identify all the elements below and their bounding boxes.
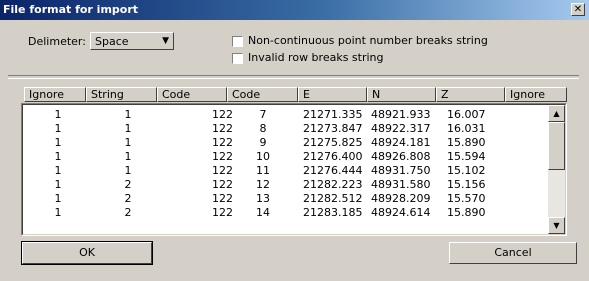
cell-n: 48928.209 (371, 192, 431, 205)
cell-string: 1 (124, 150, 132, 163)
cell-code: 122 (212, 206, 233, 219)
table-row[interactable]: 1 1 122 9 21275.825 48924.181 15.890 (23, 136, 547, 150)
cell-ignore: 1 (54, 150, 62, 163)
cell-point: 14 (256, 206, 270, 219)
cell-z: 16.007 (447, 108, 486, 121)
column-header-ignore-2[interactable]: Ignore (505, 87, 567, 102)
cell-n: 48926.808 (371, 150, 431, 163)
cell-e: 21275.825 (303, 136, 363, 149)
table-row[interactable]: 1 2 122 13 21282.512 48928.209 15.570 (23, 192, 547, 206)
cell-string: 2 (124, 178, 132, 191)
non-continuous-checkbox[interactable] (232, 36, 243, 47)
cell-point: 13 (256, 192, 270, 205)
cell-code: 122 (212, 178, 233, 191)
cell-ignore: 1 (54, 136, 62, 149)
cell-e: 21282.512 (303, 192, 363, 205)
cancel-button[interactable]: Cancel (449, 242, 577, 264)
chevron-down-icon: ▼ (162, 36, 169, 46)
cell-point: 11 (256, 164, 270, 177)
delimiter-value: Space (95, 35, 129, 48)
cell-string: 1 (124, 122, 132, 135)
window-title: File format for import (3, 3, 139, 16)
cell-z: 15.102 (447, 164, 486, 177)
vertical-scrollbar[interactable]: ▲ ▼ (548, 105, 565, 234)
cell-n: 48924.181 (371, 136, 431, 149)
column-header-code[interactable]: Code (157, 87, 227, 102)
column-header-code-2[interactable]: Code (227, 87, 298, 102)
ok-button[interactable]: OK (21, 241, 153, 265)
cell-code: 122 (212, 136, 233, 149)
cell-n: 48931.750 (371, 164, 431, 177)
cell-ignore: 1 (54, 164, 62, 177)
separator (8, 75, 579, 79)
cell-code: 122 (212, 108, 233, 121)
table-row[interactable]: 1 2 122 14 21283.185 48924.614 15.890 (23, 206, 547, 220)
import-data-list[interactable]: 1 1 122 7 21271.335 48921.933 16.007 1 1… (21, 103, 567, 236)
cell-z: 15.890 (447, 206, 486, 219)
scroll-up-icon[interactable]: ▲ (548, 105, 565, 122)
table-row[interactable]: 1 1 122 8 21273.847 48922.317 16.031 (23, 122, 547, 136)
delimiter-dropdown[interactable]: Space ▼ (90, 32, 174, 50)
cell-string: 2 (124, 192, 132, 205)
cell-code: 122 (212, 164, 233, 177)
table-row[interactable]: 1 1 122 10 21276.400 48926.808 15.594 (23, 150, 547, 164)
cell-n: 48931.580 (371, 178, 431, 191)
cell-point: 9 (259, 136, 267, 149)
invalid-row-label: Invalid row breaks string (248, 51, 384, 64)
cell-string: 1 (124, 136, 132, 149)
cell-ignore: 1 (54, 192, 62, 205)
cell-code: 122 (212, 192, 233, 205)
cell-e: 21276.444 (303, 164, 363, 177)
cell-e: 21271.335 (303, 108, 363, 121)
table-row[interactable]: 1 2 122 12 21282.223 48931.580 15.156 (23, 178, 547, 192)
cell-code: 122 (212, 150, 233, 163)
cell-e: 21282.223 (303, 178, 363, 191)
cell-ignore: 1 (54, 122, 62, 135)
cell-point: 7 (259, 108, 267, 121)
column-header-z[interactable]: Z (436, 87, 505, 102)
table-row[interactable]: 1 1 122 7 21271.335 48921.933 16.007 (23, 108, 547, 122)
cell-point: 8 (259, 122, 267, 135)
cell-e: 21283.185 (303, 206, 363, 219)
cell-string: 1 (124, 164, 132, 177)
cell-ignore: 1 (54, 178, 62, 191)
cell-point: 10 (256, 150, 270, 163)
cell-n: 48924.614 (371, 206, 431, 219)
column-header-ignore[interactable]: Ignore (24, 87, 86, 102)
cell-z: 15.594 (447, 150, 486, 163)
cell-ignore: 1 (54, 206, 62, 219)
cell-string: 1 (124, 108, 132, 121)
close-icon[interactable]: ✕ (571, 3, 585, 16)
cell-n: 48922.317 (371, 122, 431, 135)
table-row[interactable]: 1 1 122 11 21276.444 48931.750 15.102 (23, 164, 547, 178)
cell-e: 21273.847 (303, 122, 363, 135)
cell-point: 12 (256, 178, 270, 191)
cell-code: 122 (212, 122, 233, 135)
cell-z: 15.890 (447, 136, 486, 149)
scroll-down-icon[interactable]: ▼ (548, 217, 565, 234)
cell-e: 21276.400 (303, 150, 363, 163)
cell-n: 48921.933 (371, 108, 431, 121)
column-header-n[interactable]: N (367, 87, 436, 102)
scrollbar-thumb[interactable] (548, 122, 565, 170)
column-header-e[interactable]: E (298, 87, 367, 102)
cell-string: 2 (124, 206, 132, 219)
invalid-row-checkbox[interactable] (232, 53, 243, 64)
column-header-string[interactable]: String (86, 87, 157, 102)
cell-ignore: 1 (54, 108, 62, 121)
list-body: 1 1 122 7 21271.335 48921.933 16.007 1 1… (22, 104, 566, 235)
title-bar: File format for import ✕ (0, 0, 589, 20)
cell-z: 15.156 (447, 178, 486, 191)
non-continuous-label: Non-continuous point number breaks strin… (248, 34, 488, 47)
cell-z: 16.031 (447, 122, 486, 135)
cell-z: 15.570 (447, 192, 486, 205)
delimiter-label: Delimeter: (28, 35, 86, 48)
